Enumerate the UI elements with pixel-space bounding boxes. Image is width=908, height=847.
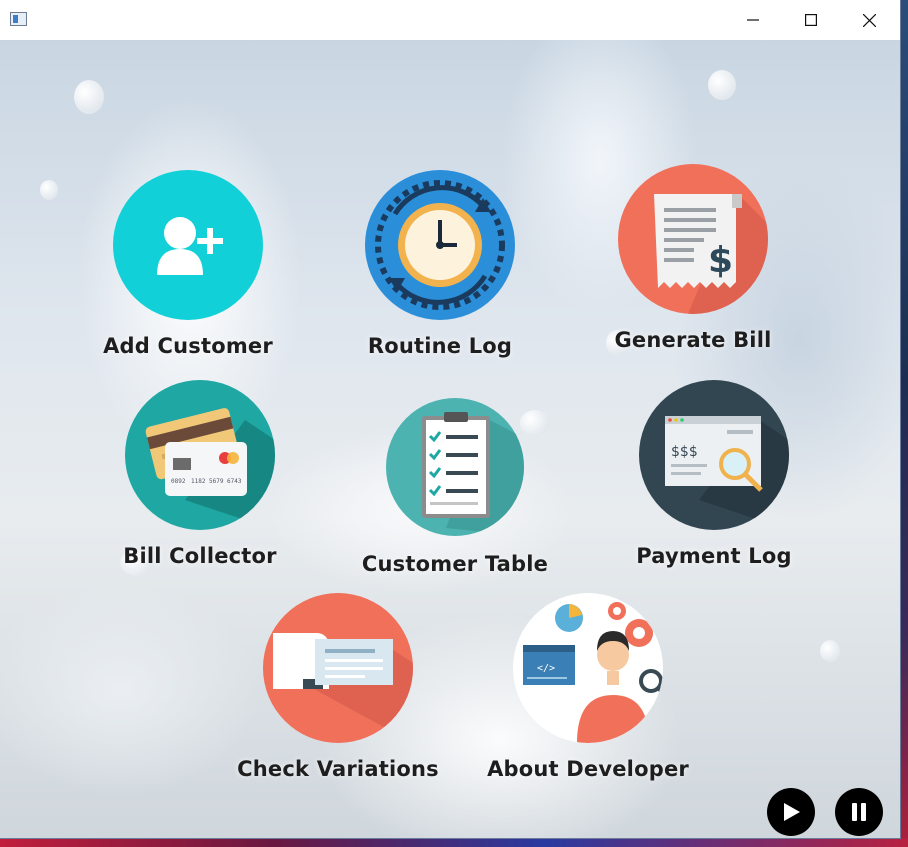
play-icon xyxy=(784,803,800,821)
app-window-icon xyxy=(10,12,27,26)
tile-label-bill-collector: Bill Collector xyxy=(123,544,277,568)
minimize-icon xyxy=(747,19,759,21)
main-menu-panel: Add Customer Routine Log $ Generate Bill… xyxy=(0,40,900,838)
milk-drop xyxy=(40,180,58,200)
maximize-button[interactable] xyxy=(782,0,840,40)
tile-customer-table[interactable]: Customer Table xyxy=(355,398,555,576)
card-number-1: 0892 xyxy=(171,478,186,485)
milk-drop xyxy=(708,70,736,100)
tile-generate-bill[interactable]: $ Generate Bill xyxy=(593,164,793,352)
add-user-icon xyxy=(113,170,263,320)
milk-drop xyxy=(74,80,104,114)
maximize-icon xyxy=(805,14,817,26)
desktop-edge-right xyxy=(900,0,908,847)
clipboard-checklist-icon xyxy=(386,398,524,536)
pause-icon xyxy=(852,803,866,821)
pause-button[interactable] xyxy=(835,788,883,836)
card-number-4: 6743 xyxy=(227,478,242,485)
title-bar[interactable] xyxy=(0,0,900,40)
milk-drop xyxy=(820,640,840,662)
close-icon xyxy=(862,13,876,27)
tile-label-routine-log: Routine Log xyxy=(367,334,513,358)
desktop-edge-bottom xyxy=(0,838,908,847)
developer-icon: </> xyxy=(513,593,663,743)
play-button[interactable] xyxy=(767,788,815,836)
tile-check-variations[interactable]: Check Variations xyxy=(237,593,439,781)
receipt-dollar-icon: $ xyxy=(618,164,768,314)
card-number-2: 1182 xyxy=(191,478,206,485)
tile-add-customer[interactable]: Add Customer xyxy=(88,170,288,358)
app-window: Add Customer Routine Log $ Generate Bill… xyxy=(0,0,900,838)
tile-label-generate-bill: Generate Bill xyxy=(614,328,772,352)
tile-label-check-variations: Check Variations xyxy=(237,757,439,781)
tile-bill-collector[interactable]: 0892 1182 5679 6743 Bill Collector xyxy=(100,380,300,568)
tile-routine-log[interactable]: Routine Log xyxy=(340,170,540,358)
tile-payment-log[interactable]: $$$ Payment Log xyxy=(614,380,814,568)
tile-label-about-developer: About Developer xyxy=(487,757,689,781)
tile-about-developer[interactable]: </> About Developer xyxy=(487,593,689,781)
price-text: $$$ xyxy=(671,444,698,460)
card-number-3: 5679 xyxy=(209,478,224,485)
tile-label-payment-log: Payment Log xyxy=(636,544,792,568)
minimize-button[interactable] xyxy=(724,0,782,40)
document-cards-icon xyxy=(263,593,413,743)
dollar-glyph: $ xyxy=(708,240,733,281)
browser-search-icon: $$$ xyxy=(639,380,789,530)
close-button[interactable] xyxy=(840,0,898,40)
tile-label-add-customer: Add Customer xyxy=(103,334,273,358)
tile-label-customer-table: Customer Table xyxy=(361,552,549,576)
svg-text:</>: </> xyxy=(537,663,555,674)
credit-card-icon: 0892 1182 5679 6743 xyxy=(125,380,275,530)
clock-cycle-icon xyxy=(365,170,515,320)
